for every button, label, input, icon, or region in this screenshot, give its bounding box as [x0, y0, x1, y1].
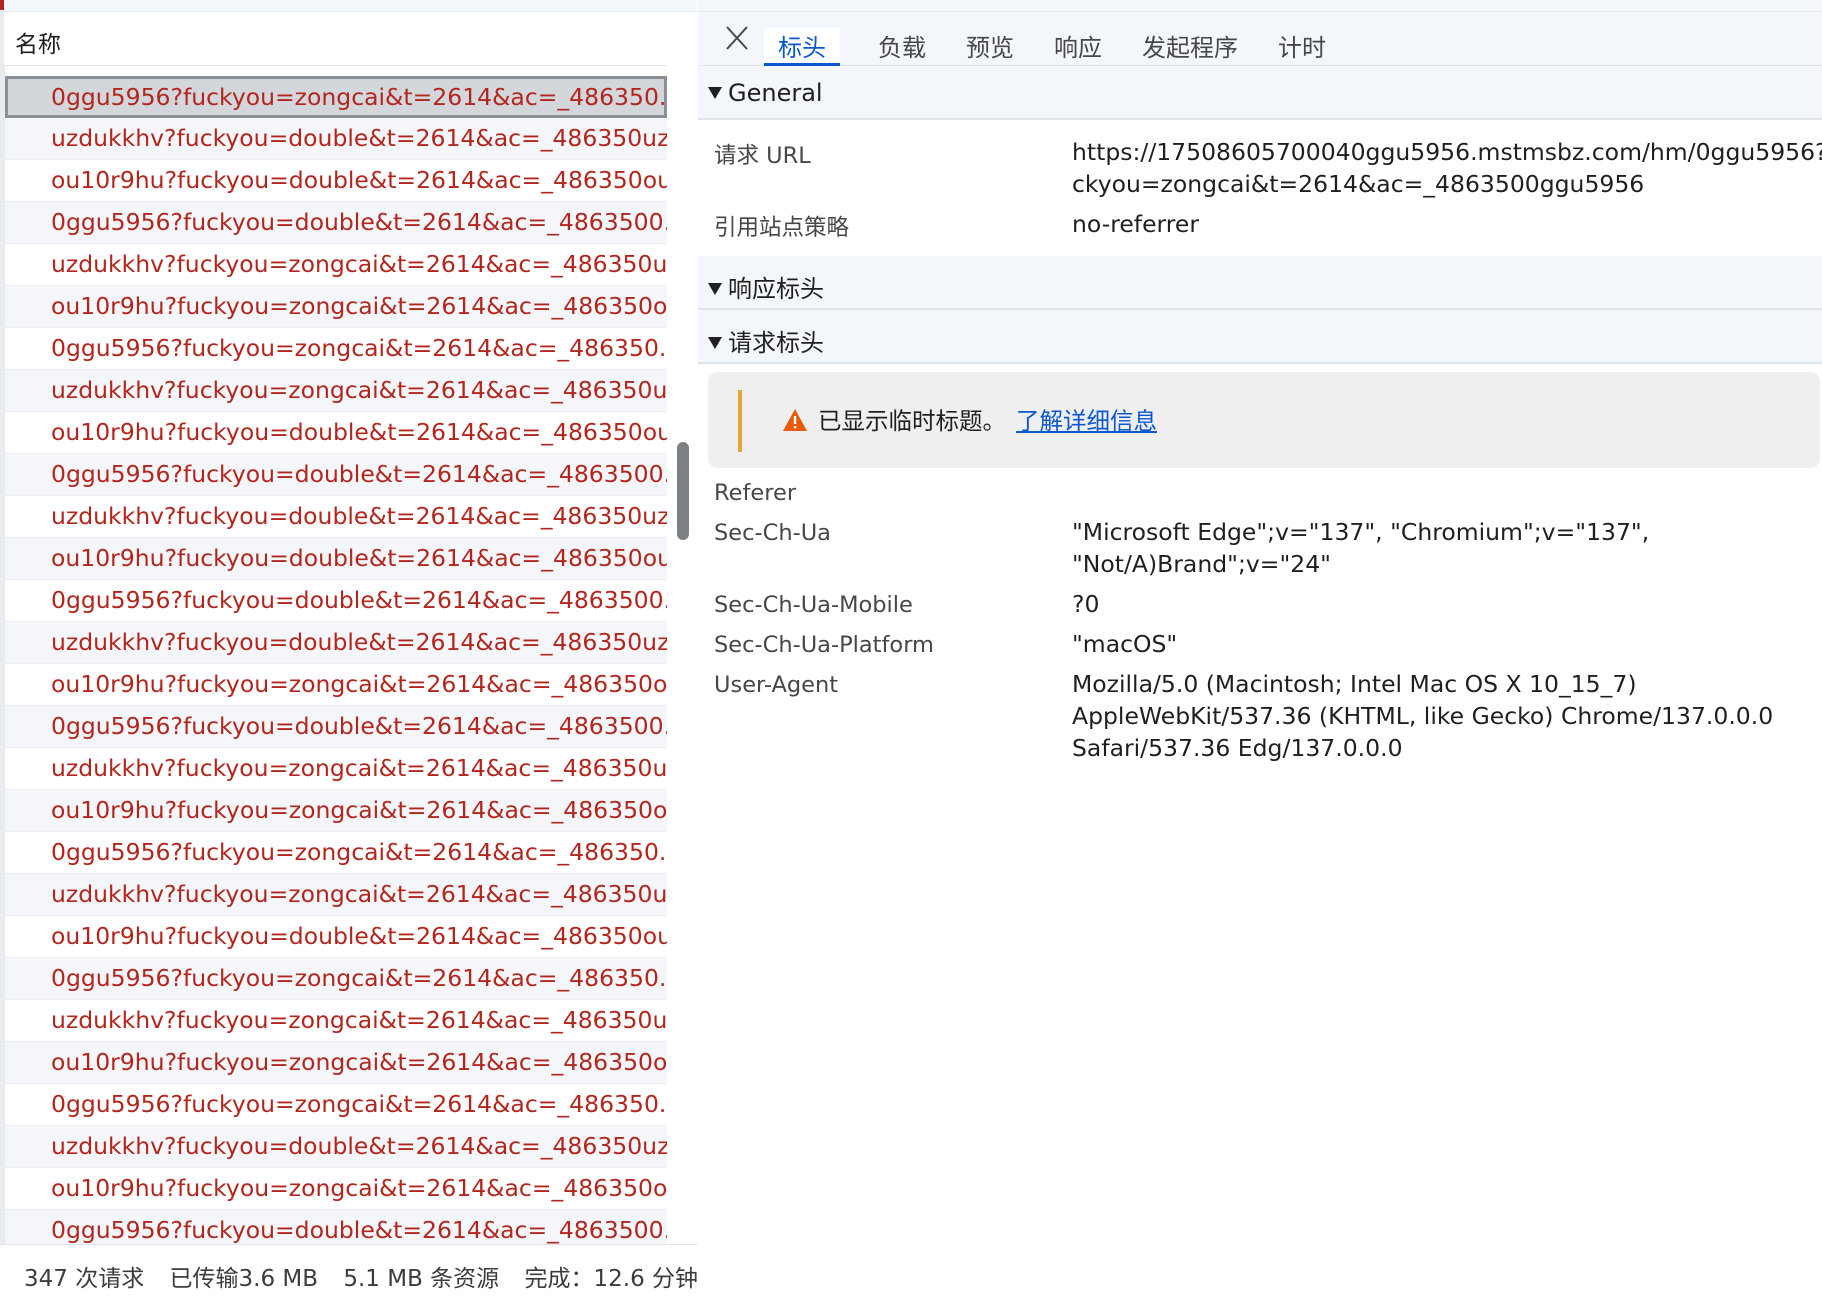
request-rows: 0ggu5956?fuckyou=zongcai&t=2614&ac=_4863…: [5, 76, 667, 1252]
scrollbar-thumb[interactable]: [677, 442, 689, 540]
request-row[interactable]: 0ggu5956?fuckyou=zongcai&t=2614&ac=_4863…: [5, 832, 667, 874]
request-row[interactable]: uzdukkhv?fuckyou=double&t=2614&ac=_48635…: [5, 1126, 667, 1168]
sec-ch-ua-mobile-label: Sec-Ch-Ua-Mobile: [714, 592, 913, 618]
close-details-button[interactable]: [720, 22, 754, 56]
tab-headers[interactable]: 标头: [764, 28, 840, 66]
tab-preview[interactable]: 预览: [966, 28, 1014, 66]
response-headers-title: 响应标头: [728, 275, 824, 303]
request-headers-title: 请求标头: [728, 329, 824, 357]
provisional-headers-warning: 已显示临时标题。 了解详细信息: [708, 372, 1820, 468]
request-url-label: 请求 URL: [714, 143, 811, 169]
learn-more-link[interactable]: 了解详细信息: [1016, 407, 1157, 435]
warning-text-line: 已显示临时标题。 了解详细信息: [818, 402, 1157, 436]
close-icon: [726, 26, 748, 50]
sec-ch-ua-label: Sec-Ch-Ua: [714, 520, 831, 546]
tabbar-top-strip: [698, 0, 1822, 12]
triangle-down-icon: [708, 87, 722, 99]
user-agent-label: User-Agent: [714, 672, 839, 698]
status-bar: 347 次请求 已传输3.6 MB 5.1 MB 条资源 完成：12.6 分钟: [0, 1244, 699, 1296]
general-section-header[interactable]: General: [698, 66, 1822, 120]
triangle-down-icon: [708, 283, 722, 295]
request-row-selected[interactable]: 0ggu5956?fuckyou=zongcai&t=2614&ac=_4863…: [5, 76, 667, 118]
timeline-marker: [0, 0, 4, 10]
request-headers-section-header[interactable]: 请求标头: [698, 310, 1822, 364]
sec-ch-ua-line: "Microsoft Edge";v="137", "Chromium";v="…: [1072, 518, 1650, 546]
request-row[interactable]: ou10r9hu?fuckyou=zongcai&t=2614&ac=_4863…: [5, 1168, 667, 1210]
user-agent-line: AppleWebKit/537.36 (KHTML, like Gecko) C…: [1072, 702, 1774, 730]
request-row[interactable]: uzdukkhv?fuckyou=zongcai&t=2614&ac=_4863…: [5, 874, 667, 916]
transferred-size: 已传输3.6 MB: [169, 1266, 319, 1292]
request-list-panel: 名称 0ggu5956?fuckyou=zongcai&t=2614&ac=_4…: [0, 0, 699, 1296]
request-row[interactable]: uzdukkhv?fuckyou=zongcai&t=2614&ac=_4863…: [5, 1000, 667, 1042]
sec-ch-ua-value: "Microsoft Edge";v="137", "Chromium";v="…: [1072, 516, 1649, 580]
request-row[interactable]: uzdukkhv?fuckyou=zongcai&t=2614&ac=_4863…: [5, 370, 667, 412]
request-row[interactable]: ou10r9hu?fuckyou=double&t=2614&ac=_48635…: [5, 160, 667, 202]
tab-response[interactable]: 响应: [1054, 28, 1102, 66]
name-column-header[interactable]: 名称: [4, 12, 667, 66]
general-title: General: [728, 79, 823, 107]
request-row[interactable]: 0ggu5956?fuckyou=zongcai&t=2614&ac=_4863…: [5, 1084, 667, 1126]
request-url-line: ckyou=zongcai&t=2614&ac=_4863500ggu5956: [1072, 170, 1645, 198]
scrollbar-track[interactable]: [671, 12, 697, 1244]
request-row[interactable]: ou10r9hu?fuckyou=zongcai&t=2614&ac=_4863…: [5, 790, 667, 832]
timeline-strip: [0, 0, 697, 12]
sec-ch-ua-platform-label: Sec-Ch-Ua-Platform: [714, 632, 934, 658]
request-row[interactable]: uzdukkhv?fuckyou=zongcai&t=2614&ac=_4863…: [5, 244, 667, 286]
sec-ch-ua-platform-value: "macOS": [1072, 630, 1178, 658]
request-row[interactable]: uzdukkhv?fuckyou=double&t=2614&ac=_48635…: [5, 496, 667, 538]
warning-message: 已显示临时标题。: [818, 407, 1006, 435]
warning-icon: [783, 409, 807, 431]
tab-initiator[interactable]: 发起程序: [1142, 28, 1238, 66]
response-headers-section-header[interactable]: 响应标头: [698, 256, 1822, 310]
request-row[interactable]: ou10r9hu?fuckyou=double&t=2614&ac=_48635…: [5, 412, 667, 454]
request-details-panel: 标头 负载 预览 响应 发起程序 计时 General 请求 URL https…: [698, 0, 1822, 1296]
request-row[interactable]: ou10r9hu?fuckyou=zongcai&t=2614&ac=_4863…: [5, 664, 667, 706]
request-url-line: https://17508605700040ggu5956.mstmsbz.co…: [1072, 138, 1822, 166]
referrer-policy-label: 引用站点策略: [714, 215, 850, 241]
request-row[interactable]: ou10r9hu?fuckyou=double&t=2614&ac=_48635…: [5, 916, 667, 958]
request-row[interactable]: ou10r9hu?fuckyou=double&t=2614&ac=_48635…: [5, 538, 667, 580]
request-row[interactable]: uzdukkhv?fuckyou=zongcai&t=2614&ac=_4863…: [5, 748, 667, 790]
request-row[interactable]: 0ggu5956?fuckyou=double&t=2614&ac=_48635…: [5, 706, 667, 748]
user-agent-value: Mozilla/5.0 (Macintosh; Intel Mac OS X 1…: [1072, 668, 1773, 764]
sec-ch-ua-mobile-value: ?0: [1072, 590, 1100, 618]
request-row[interactable]: ou10r9hu?fuckyou=zongcai&t=2614&ac=_4863…: [5, 286, 667, 328]
request-row[interactable]: 0ggu5956?fuckyou=double&t=2614&ac=_48635…: [5, 580, 667, 622]
referer-label: Referer: [714, 480, 797, 506]
user-agent-line: Mozilla/5.0 (Macintosh; Intel Mac OS X 1…: [1072, 670, 1637, 698]
warning-accent-bar: [738, 390, 742, 452]
request-row[interactable]: uzdukkhv?fuckyou=double&t=2614&ac=_48635…: [5, 622, 667, 664]
request-row[interactable]: ou10r9hu?fuckyou=zongcai&t=2614&ac=_4863…: [5, 1042, 667, 1084]
tab-payload[interactable]: 负载: [878, 28, 926, 66]
referrer-policy-value: no-referrer: [1072, 210, 1200, 238]
sec-ch-ua-line: "Not/A)Brand";v="24": [1072, 550, 1331, 578]
request-row[interactable]: uzdukkhv?fuckyou=double&t=2614&ac=_48635…: [5, 118, 667, 160]
tab-timing[interactable]: 计时: [1278, 28, 1326, 66]
request-count: 347 次请求: [24, 1266, 145, 1292]
request-row[interactable]: 0ggu5956?fuckyou=double&t=2614&ac=_48635…: [5, 202, 667, 244]
request-url-value: https://17508605700040ggu5956.mstmsbz.co…: [1072, 136, 1822, 200]
resources-size: 5.1 MB 条资源: [343, 1266, 500, 1292]
request-row[interactable]: 0ggu5956?fuckyou=zongcai&t=2614&ac=_4863…: [5, 958, 667, 1000]
triangle-down-icon: [708, 337, 722, 349]
request-row[interactable]: 0ggu5956?fuckyou=zongcai&t=2614&ac=_4863…: [5, 328, 667, 370]
request-row[interactable]: 0ggu5956?fuckyou=double&t=2614&ac=_48635…: [5, 454, 667, 496]
finish-time: 完成：12.6 分钟: [524, 1266, 699, 1292]
details-tabbar: 标头 负载 预览 响应 发起程序 计时: [698, 0, 1822, 66]
user-agent-line: Safari/537.36 Edg/137.0.0.0: [1072, 734, 1403, 762]
